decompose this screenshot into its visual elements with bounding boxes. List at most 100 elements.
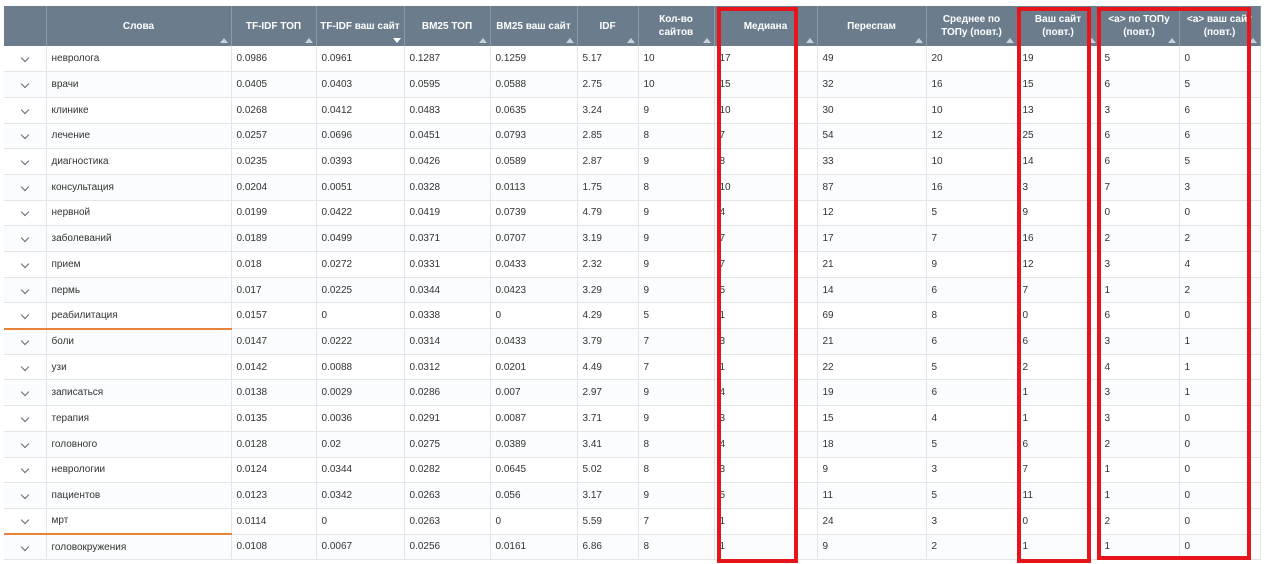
cell-sites: 7: [638, 508, 715, 535]
expand-row-toggle[interactable]: [4, 431, 47, 458]
expand-row-toggle[interactable]: [4, 354, 47, 381]
cell-sites: 10: [638, 46, 715, 73]
expand-row-toggle[interactable]: [4, 379, 47, 407]
chevron-down-icon[interactable]: [20, 105, 29, 114]
col-header-your-site[interactable]: Ваш сайт (повт.): [1017, 6, 1100, 46]
cell-a-site: 0: [1179, 302, 1261, 330]
chevron-down-icon[interactable]: [20, 53, 29, 63]
sort-arrow-icon[interactable]: [1005, 38, 1014, 43]
cell-sites: 7: [638, 354, 715, 381]
chevron-down-icon[interactable]: [20, 439, 29, 448]
chevron-down-icon[interactable]: [20, 465, 29, 474]
sort-arrow-icon[interactable]: [1087, 38, 1096, 43]
cell-idf: 3.71: [577, 405, 639, 432]
cell-overspam: 22: [817, 354, 927, 381]
cell-sites: 9: [638, 277, 715, 304]
table-row: записаться 0.0138 0.0029 0.0286 0.007 2.97 9 4 1…: [4, 379, 1261, 407]
expand-row-toggle[interactable]: [4, 277, 47, 304]
sort-arrow-icon[interactable]: [219, 38, 228, 43]
cell-avg-top: 12: [926, 123, 1018, 150]
sort-arrow-icon[interactable]: [702, 38, 711, 43]
cell-bm25-top: 0.0256: [404, 534, 491, 561]
chevron-down-icon[interactable]: [20, 413, 29, 423]
col-header-a-site[interactable]: <a> ваш сайт (повт.): [1179, 6, 1261, 46]
col-header-sites[interactable]: Кол-во сайтов: [638, 6, 715, 46]
cell-tfidf-top: 0.017: [231, 277, 317, 304]
col-header-avg-top[interactable]: Среднее по ТОПу (повт.): [926, 6, 1018, 46]
table-row: реабилитация 0.0157 0 0.0338 0 4.29 5 1 69 8 0 6 0: [4, 302, 1261, 330]
sort-arrow-active-icon[interactable]: [392, 38, 401, 43]
expand-row-toggle[interactable]: [4, 251, 47, 278]
cell-idf: 3.41: [577, 431, 639, 458]
chevron-down-icon[interactable]: [20, 79, 29, 89]
expand-row-toggle[interactable]: [4, 174, 47, 201]
sort-arrow-icon[interactable]: [478, 38, 487, 43]
expand-row-toggle[interactable]: [4, 71, 47, 98]
cell-your-site: 0: [1017, 508, 1100, 535]
cell-idf: 2.97: [577, 379, 639, 407]
chevron-down-icon[interactable]: [20, 182, 29, 192]
chevron-down-icon[interactable]: [20, 388, 29, 397]
expand-row-toggle[interactable]: [4, 302, 47, 330]
chevron-down-icon[interactable]: [20, 285, 29, 294]
chevron-down-icon[interactable]: [20, 233, 29, 243]
sort-arrow-icon[interactable]: [1167, 38, 1176, 43]
cell-overspam: 15: [817, 405, 927, 432]
chevron-down-icon[interactable]: [20, 156, 29, 166]
cell-median: 4: [714, 379, 818, 407]
expand-row-toggle[interactable]: [4, 225, 47, 252]
cell-bm25-site: 0.1259: [490, 46, 578, 73]
sort-arrow-icon[interactable]: [805, 38, 814, 43]
sort-arrow-icon[interactable]: [914, 38, 923, 43]
cell-tfidf-top: 0.018: [231, 251, 317, 278]
expand-row-toggle[interactable]: [4, 123, 47, 150]
cell-sites: 9: [638, 148, 715, 175]
cell-avg-top: 9: [926, 251, 1018, 278]
col-header-tfidf-site[interactable]: TF-IDF ваш сайт: [316, 6, 405, 46]
expand-row-toggle[interactable]: [4, 457, 47, 484]
results-table-container: Слова TF-IDF ТОП TF-IDF ваш сайт BM25 ТО…: [4, 6, 1261, 561]
cell-sites: 7: [638, 328, 715, 355]
chevron-down-icon[interactable]: [20, 131, 29, 140]
expand-row-toggle[interactable]: [4, 328, 47, 355]
expand-row-toggle[interactable]: [4, 200, 47, 227]
cell-bm25-site: 0.0645: [490, 457, 578, 484]
cell-tfidf-top: 0.0204: [231, 174, 317, 201]
expand-row-toggle[interactable]: [4, 405, 47, 432]
cell-idf: 4.79: [577, 200, 639, 227]
chevron-down-icon[interactable]: [20, 516, 29, 525]
expand-row-toggle[interactable]: [4, 46, 47, 73]
col-header-a-top[interactable]: <a> по ТОПу (повт.): [1099, 6, 1180, 46]
cell-tfidf-site: 0.0225: [316, 277, 405, 304]
expand-row-toggle[interactable]: [4, 97, 47, 124]
cell-a-site: 0: [1179, 508, 1261, 535]
col-header-median[interactable]: Медиана: [714, 6, 818, 46]
expand-row-toggle[interactable]: [4, 148, 47, 175]
col-header-word[interactable]: Слова: [46, 6, 232, 46]
col-header-tfidf-top[interactable]: TF-IDF ТОП: [231, 6, 317, 46]
sort-arrow-icon[interactable]: [565, 38, 574, 43]
sort-arrow-icon[interactable]: [304, 38, 313, 43]
chevron-down-icon[interactable]: [20, 310, 29, 320]
chevron-down-icon[interactable]: [20, 208, 29, 217]
chevron-down-icon[interactable]: [20, 542, 29, 551]
cell-overspam: 24: [817, 508, 927, 535]
expand-row-toggle[interactable]: [4, 482, 47, 509]
sort-arrow-icon[interactable]: [626, 38, 635, 43]
cell-a-top: 1: [1099, 482, 1180, 509]
col-header-overspam[interactable]: Переспам: [817, 6, 927, 46]
col-header-bm25-site[interactable]: BM25 ваш сайт: [490, 6, 578, 46]
cell-your-site: 13: [1017, 97, 1100, 124]
chevron-down-icon[interactable]: [20, 490, 29, 500]
cell-bm25-site: 0.0433: [490, 251, 578, 278]
sort-arrow-icon[interactable]: [1248, 38, 1257, 43]
cell-a-top: 6: [1099, 123, 1180, 150]
col-header-idf[interactable]: IDF: [577, 6, 639, 46]
expand-row-toggle[interactable]: [4, 534, 47, 561]
col-header-bm25-top[interactable]: BM25 ТОП: [404, 6, 491, 46]
chevron-down-icon[interactable]: [20, 336, 29, 346]
chevron-down-icon[interactable]: [20, 259, 29, 269]
expand-row-toggle[interactable]: [4, 508, 47, 536]
cell-a-site: 5: [1179, 71, 1261, 98]
chevron-down-icon[interactable]: [20, 362, 29, 371]
